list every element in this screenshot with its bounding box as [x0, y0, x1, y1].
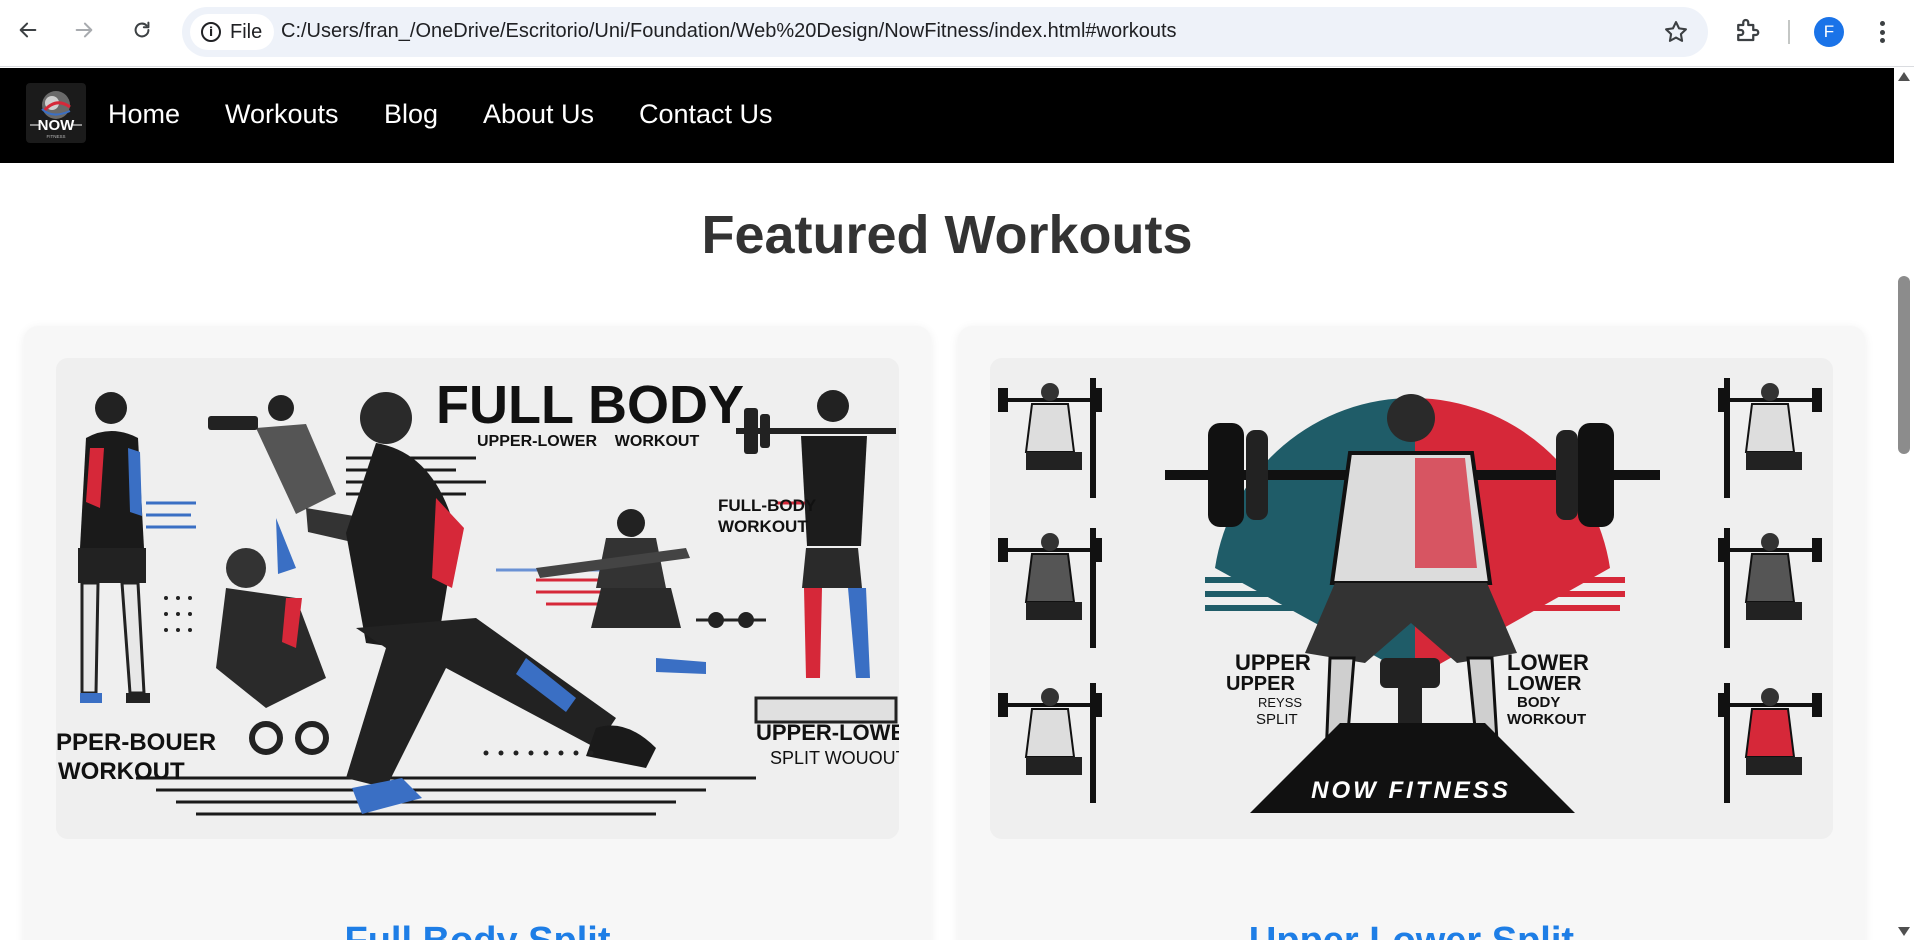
page-viewport: NOW FITNESS Home Workouts Blog About Us … — [0, 68, 1894, 940]
nav-link-home[interactable]: Home — [108, 99, 180, 130]
image-side-label-2: WORKOUT — [718, 517, 808, 536]
profile-avatar[interactable]: F — [1814, 17, 1844, 47]
image-right-3: BODY — [1517, 694, 1560, 711]
back-button[interactable] — [10, 12, 46, 48]
image-bottom-right-2: SPLIT WOUOUT — [770, 748, 899, 768]
back-arrow-icon — [19, 22, 37, 38]
workout-card-full-body[interactable]: FULL BODY UPPER-LOWER WORKOUT FULL-BODY … — [24, 326, 931, 940]
reload-icon — [134, 21, 150, 38]
scrollbar-thumb[interactable] — [1898, 276, 1910, 454]
section-title: Featured Workouts — [701, 205, 1193, 265]
image-banner-text: NOW FITNESS — [1311, 777, 1511, 804]
scroll-down-arrow-icon[interactable] — [1898, 927, 1910, 936]
address-bar[interactable]: i File C:/Users/fran_/OneDrive/Escritori… — [182, 7, 1708, 57]
nav-link-workouts[interactable]: Workouts — [225, 99, 339, 130]
card-title-upper-lower[interactable]: Upper Lower Split — [958, 920, 1865, 940]
logo-subtext: FITNESS — [46, 134, 65, 139]
site-info-chip[interactable]: i File — [190, 14, 274, 50]
image-right-1: LOWER — [1507, 650, 1589, 675]
image-right-4: WORKOUT — [1507, 711, 1586, 728]
bookmark-star-icon[interactable] — [1662, 18, 1690, 46]
image-left-3: REYSS — [1258, 695, 1302, 710]
image-heading: FULL BODY — [436, 375, 744, 435]
reload-button[interactable] — [124, 12, 160, 48]
image-subheading: UPPER-LOWER WORKOUT — [477, 433, 699, 450]
image-left-1: UPPER — [1235, 650, 1311, 675]
upper-lower-illustration: NOW FITNESS UPPER UPPER REYSS SPLIT LOWE… — [990, 358, 1833, 839]
toolbar-divider — [1788, 20, 1790, 44]
forward-arrow-icon — [75, 22, 93, 38]
nav-link-blog[interactable]: Blog — [384, 99, 438, 130]
image-left-4: SPLIT — [1256, 711, 1298, 728]
full-body-workout-image[interactable]: FULL BODY UPPER-LOWER WORKOUT FULL-BODY … — [56, 358, 899, 839]
logo-text: NOW — [38, 117, 76, 134]
image-bottom-left-1: PPER-BOUER — [56, 729, 216, 756]
logo-graphic: NOW FITNESS — [30, 91, 82, 139]
card-title-full-body[interactable]: Full Body Split — [24, 920, 931, 940]
info-icon: i — [201, 22, 221, 42]
scroll-up-arrow-icon[interactable] — [1898, 72, 1910, 81]
nowfitness-logo[interactable]: NOW FITNESS — [26, 83, 86, 143]
nav-link-about-us[interactable]: About Us — [483, 99, 594, 130]
site-chip-label: File — [230, 20, 263, 43]
full-body-illustration: FULL BODY UPPER-LOWER WORKOUT FULL-BODY … — [56, 358, 899, 839]
image-left-2: UPPER — [1226, 673, 1295, 695]
site-navbar: NOW FITNESS Home Workouts Blog About Us … — [0, 68, 1894, 163]
forward-button[interactable] — [66, 12, 102, 48]
upper-lower-workout-image[interactable]: NOW FITNESS UPPER UPPER REYSS SPLIT LOWE… — [990, 358, 1833, 839]
page-scrollbar[interactable] — [1894, 68, 1914, 940]
image-bottom-left-2: WORKOUT — [58, 758, 185, 785]
image-side-label-1: FULL-BODY — [718, 496, 817, 515]
nav-link-contact-us[interactable]: Contact Us — [639, 99, 773, 130]
image-bottom-right-1: UPPER-LOWE — [756, 720, 899, 745]
extensions-puzzle-icon[interactable] — [1732, 15, 1762, 45]
browser-menu-icon[interactable] — [1872, 18, 1892, 46]
image-right-2: LOWER — [1507, 673, 1582, 695]
url-text[interactable]: C:/Users/fran_/OneDrive/Escritorio/Uni/F… — [281, 20, 1177, 43]
browser-toolbar: i File C:/Users/fran_/OneDrive/Escritori… — [0, 0, 1914, 67]
workout-card-upper-lower[interactable]: NOW FITNESS UPPER UPPER REYSS SPLIT LOWE… — [958, 326, 1865, 940]
